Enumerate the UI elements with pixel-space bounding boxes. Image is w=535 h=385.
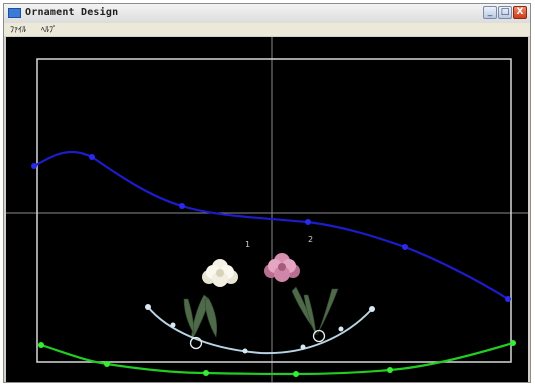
path-control-point[interactable] (338, 326, 344, 332)
menu-file[interactable]: ﾌｧｲﾙ (10, 24, 26, 35)
design-canvas[interactable]: 1 2 (6, 37, 528, 382)
flower-label: 2 (308, 235, 313, 244)
blue-control-point[interactable] (89, 154, 95, 160)
app-icon (8, 8, 21, 18)
flower-2-icon[interactable] (264, 253, 300, 282)
blue-control-point[interactable] (505, 296, 511, 302)
blue-control-point[interactable] (179, 203, 185, 209)
blue-control-point[interactable] (305, 219, 311, 225)
path-control-point[interactable] (170, 322, 176, 328)
design-frame (36, 58, 512, 363)
path-control-point[interactable] (300, 344, 306, 350)
flower-label: 1 (245, 240, 250, 249)
flower-1-icon[interactable] (202, 259, 238, 287)
menu-help[interactable]: ﾍﾙﾌﾟ (41, 24, 57, 35)
green-control-point[interactable] (510, 340, 516, 346)
blue-control-point[interactable] (402, 244, 408, 250)
menu-bar: ﾌｧｲﾙ ﾍﾙﾌﾟ (4, 23, 530, 36)
blue-control-point[interactable] (31, 163, 37, 169)
green-control-point[interactable] (38, 342, 44, 348)
green-control-point[interactable] (203, 370, 209, 376)
maximize-button[interactable]: □ (498, 6, 512, 19)
path-control-point[interactable] (242, 348, 248, 354)
flower-2-anchor-ring[interactable] (312, 329, 326, 343)
flower-path-curve[interactable] (147, 306, 373, 355)
window-title: Ornament Design (25, 7, 119, 18)
app-window: Ornament Design _ □ X ﾌｧｲﾙ ﾍﾙﾌﾟ 1 2 (3, 3, 531, 383)
green-control-point[interactable] (387, 367, 393, 373)
green-curve[interactable] (40, 341, 514, 376)
canvas-drawing[interactable]: 1 2 (6, 37, 528, 382)
flower-2-leaves (291, 286, 339, 336)
title-bar[interactable]: Ornament Design _ □ X (4, 4, 530, 24)
close-button[interactable]: X (513, 6, 527, 19)
minimize-button[interactable]: _ (483, 6, 497, 19)
path-control-point[interactable] (145, 304, 151, 310)
path-control-point[interactable] (369, 306, 375, 312)
green-control-point[interactable] (104, 361, 110, 367)
green-control-point[interactable] (293, 371, 299, 377)
